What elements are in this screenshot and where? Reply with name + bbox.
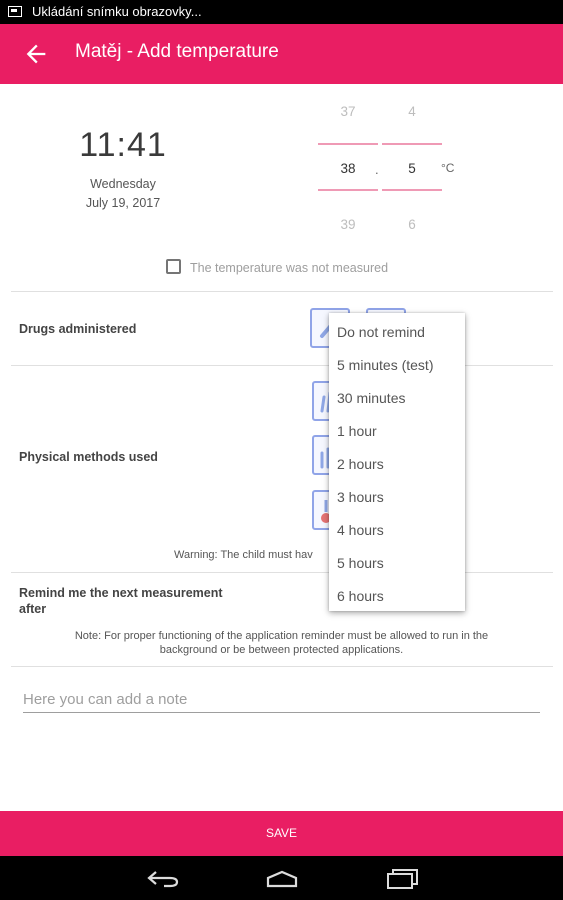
divider bbox=[11, 291, 553, 292]
divider bbox=[11, 572, 553, 573]
home-nav-icon[interactable] bbox=[264, 870, 300, 888]
note-input[interactable] bbox=[23, 686, 540, 713]
integer-above-value[interactable]: 37 bbox=[318, 104, 378, 119]
divider bbox=[11, 365, 553, 366]
date-display[interactable]: July 19, 2017 bbox=[0, 196, 246, 210]
image-icon bbox=[8, 6, 22, 17]
page-title: Matěj - Add temperature bbox=[75, 41, 279, 62]
integer-selected-value[interactable]: 38 bbox=[318, 161, 378, 176]
not-measured-label[interactable]: The temperature was not measured bbox=[190, 261, 388, 275]
reminder-option[interactable]: 30 minutes bbox=[337, 390, 405, 406]
reminder-dropdown-menu: Do not remind 5 minutes (test) 30 minute… bbox=[329, 313, 465, 611]
save-button[interactable]: SAVE bbox=[0, 811, 563, 856]
physical-methods-label: Physical methods used bbox=[19, 450, 158, 464]
reminder-option[interactable]: 3 hours bbox=[337, 489, 384, 505]
picker-divider bbox=[318, 189, 378, 191]
arrow-left-icon[interactable] bbox=[22, 40, 50, 68]
reminder-label-line1: Remind me the next measurement bbox=[19, 586, 223, 600]
picker-divider bbox=[318, 143, 378, 145]
reminder-note-line2: background or be between protected appli… bbox=[159, 644, 404, 656]
decimal-below-value[interactable]: 6 bbox=[382, 217, 442, 232]
divider bbox=[11, 666, 553, 667]
reminder-option[interactable]: 6 hours bbox=[337, 588, 384, 604]
physical-warning-text: Warning: The child must hav bbox=[174, 549, 313, 561]
decimal-separator: . bbox=[375, 162, 379, 177]
reminder-option[interactable]: 1 hour bbox=[337, 423, 377, 439]
weekday-label: Wednesday bbox=[90, 177, 156, 191]
drugs-label: Drugs administered bbox=[19, 322, 137, 336]
unit-label: °C bbox=[441, 161, 455, 175]
reminder-option[interactable]: 5 minutes (test) bbox=[337, 357, 433, 373]
reminder-option[interactable]: Do not remind bbox=[337, 324, 425, 340]
status-text: Ukládání snímku obrazovky... bbox=[32, 4, 202, 19]
reminder-option[interactable]: 2 hours bbox=[337, 456, 384, 472]
decimal-above-value[interactable]: 4 bbox=[382, 104, 442, 119]
reminder-note-line1: Note: For proper functioning of the appl… bbox=[74, 630, 489, 642]
status-bar: Ukládání snímku obrazovky... bbox=[0, 0, 563, 24]
navigation-bar bbox=[0, 856, 563, 900]
back-nav-icon[interactable] bbox=[146, 869, 180, 889]
time-display[interactable]: 11:41 bbox=[0, 126, 246, 165]
recents-nav-icon[interactable] bbox=[385, 868, 419, 890]
reminder-option[interactable]: 5 hours bbox=[337, 555, 384, 571]
app-bar: Matěj - Add temperature bbox=[0, 24, 563, 84]
decimal-selected-value[interactable]: 5 bbox=[382, 161, 442, 176]
picker-divider bbox=[382, 189, 442, 191]
integer-below-value[interactable]: 39 bbox=[318, 217, 378, 232]
reminder-note: Note: For proper functioning of the appl… bbox=[0, 629, 563, 657]
reminder-option[interactable]: 4 hours bbox=[337, 522, 384, 538]
reminder-label-line2: after bbox=[19, 602, 47, 616]
picker-divider bbox=[382, 143, 442, 145]
not-measured-checkbox[interactable] bbox=[166, 259, 181, 274]
